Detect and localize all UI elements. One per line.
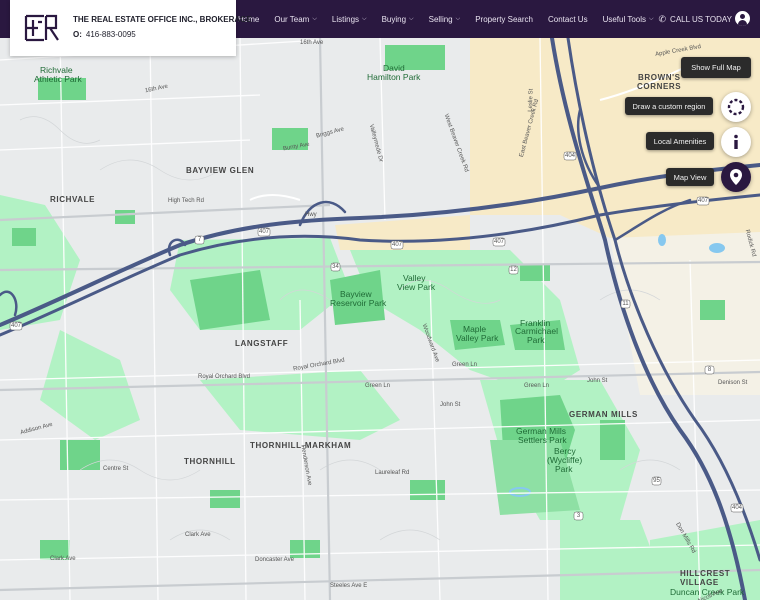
street-label: Clark Ave <box>185 532 211 538</box>
nav-useful-tools-label: Useful Tools <box>602 14 647 24</box>
park-richvale-athletic: Athletic Park <box>34 74 82 84</box>
street-label: Denison St <box>718 380 748 386</box>
map-view-tooltip[interactable]: Map View <box>666 168 714 186</box>
nav-buying-label: Buying <box>381 14 407 24</box>
nav-buying[interactable]: Buying ⌵ <box>382 15 414 24</box>
hwy-shield-404: 404 <box>732 505 743 511</box>
nav-our-team[interactable]: Our Team ⌵ <box>274 15 317 24</box>
hwy-shield-407: 407 <box>259 229 270 235</box>
show-full-map-button[interactable]: Show Full Map <box>681 57 751 78</box>
park-david-hamilton: Hamilton Park <box>367 72 421 82</box>
street-label: Leslie St <box>527 88 535 112</box>
park-bayview-reservoir: Reservoir Park <box>330 298 387 308</box>
draw-region-button[interactable] <box>721 92 751 122</box>
hwy-shield-3: 3 <box>576 513 581 519</box>
call-us-label: CALL US TODAY <box>670 14 732 24</box>
place-german-mills: GERMAN MILLS <box>569 410 638 419</box>
hwy-shield-407: 407 <box>11 323 22 329</box>
chevron-down-icon: ⌵ <box>312 15 317 22</box>
hwy-shield-7: 7 <box>197 237 202 243</box>
draw-region-label: Draw a custom region <box>632 101 706 111</box>
street-label: Green Ln <box>524 383 550 389</box>
street-label: 16th Ave <box>300 40 324 46</box>
street-label: Green Ln <box>365 383 391 389</box>
hwy-shield-11: 11 <box>622 301 629 307</box>
park-franklin-carmichael: Park <box>527 335 545 345</box>
hwy-shield-95: 95 <box>653 478 660 484</box>
place-thornhill: THORNHILL <box>184 457 236 466</box>
brand-card[interactable]: THE REAL ESTATE OFFICE INC., BROKERAGE O… <box>10 0 252 56</box>
nav-listings[interactable]: Listings ⌵ <box>332 15 367 24</box>
phone-prefix: O: <box>73 30 82 39</box>
hwy-shield-34: 34 <box>332 264 339 270</box>
hwy-shield-404: 404 <box>565 153 576 159</box>
nav-contact-us-label: Contact Us <box>548 14 588 24</box>
park-german-mills-settlers: Settlers Park <box>518 435 567 445</box>
street-label: Hwy <box>305 212 317 218</box>
hwy-shield-12: 12 <box>510 267 517 273</box>
map-view-label: Map View <box>673 172 707 182</box>
user-icon[interactable] <box>735 11 750 26</box>
nav-contact-us[interactable]: Contact Us <box>548 15 588 24</box>
draw-region-tooltip[interactable]: Draw a custom region <box>625 97 713 115</box>
nav-property-search[interactable]: Property Search <box>475 15 533 24</box>
draw-region-icon <box>727 98 745 116</box>
street-label: Centre St <box>103 466 129 472</box>
map-pin-icon <box>730 169 742 185</box>
phone-number: 416-883-0095 <box>85 30 136 39</box>
chevron-down-icon: ⌵ <box>409 15 414 22</box>
show-full-map-label: Show Full Map <box>691 63 741 72</box>
street-label: John St <box>587 378 608 384</box>
hwy-shield-407: 407 <box>494 239 505 245</box>
chevron-down-icon: ⌵ <box>455 15 461 22</box>
street-label: Laureleaf Rd <box>375 470 410 476</box>
place-browns-corners: CORNERS <box>637 82 682 91</box>
place-langstaff: LANGSTAFF <box>235 339 289 348</box>
nav-our-team-label: Our Team <box>274 14 310 24</box>
chevron-down-icon: ⌵ <box>362 15 367 22</box>
nav-selling-label: Selling <box>428 14 453 24</box>
nav-property-search-label: Property Search <box>475 14 533 24</box>
place-richvale: RICHVALE <box>50 195 96 204</box>
chevron-down-icon: ⌵ <box>649 15 654 22</box>
street-label: Clark Ave <box>50 556 76 562</box>
park-valley-view: View Park <box>397 282 436 292</box>
street-label: Steeles Ave E <box>330 583 368 589</box>
park-bercy: Park <box>555 464 573 474</box>
local-amenities-label: Local Amenities <box>653 136 707 146</box>
info-icon <box>734 134 738 149</box>
local-amenities-button[interactable] <box>721 127 751 157</box>
hwy-shield-407: 407 <box>698 198 709 204</box>
hwy-shield-8: 8 <box>707 367 712 373</box>
nav-selling[interactable]: Selling ⌵ <box>429 15 461 24</box>
brokerage-name: THE REAL ESTATE OFFICE INC., BROKERAGE <box>73 15 252 24</box>
street-label: John St <box>440 402 461 408</box>
street-label: Green Ln <box>452 362 478 368</box>
map-canvas[interactable]: 407 407 407 407 407 404 404 7 12 34 11 3… <box>0 0 760 600</box>
local-amenities-tooltip[interactable]: Local Amenities <box>646 132 714 150</box>
hwy-shield-407: 407 <box>392 242 403 248</box>
phone-icon: ✆ <box>658 13 667 24</box>
street-label: High Tech Rd <box>168 198 204 204</box>
nav-listings-label: Listings <box>331 14 360 24</box>
main-nav: Home Our Team ⌵ Listings ⌵ Buying ⌵ Selling… <box>238 0 669 38</box>
nav-useful-tools[interactable]: Useful Tools ⌵ <box>603 15 654 24</box>
brokerage-logo <box>24 14 59 42</box>
place-bayview-glen: BAYVIEW GLEN <box>186 166 255 175</box>
office-phone[interactable]: O: 416-883-0095 <box>73 30 136 39</box>
street-label: Royal Orchard Blvd <box>198 374 251 380</box>
park-maple-valley: Valley Park <box>456 333 499 343</box>
map-view-button[interactable] <box>721 162 751 192</box>
street-label: Doncaster Ave <box>255 557 294 563</box>
call-us-link[interactable]: ✆ CALL US TODAY <box>659 0 733 38</box>
